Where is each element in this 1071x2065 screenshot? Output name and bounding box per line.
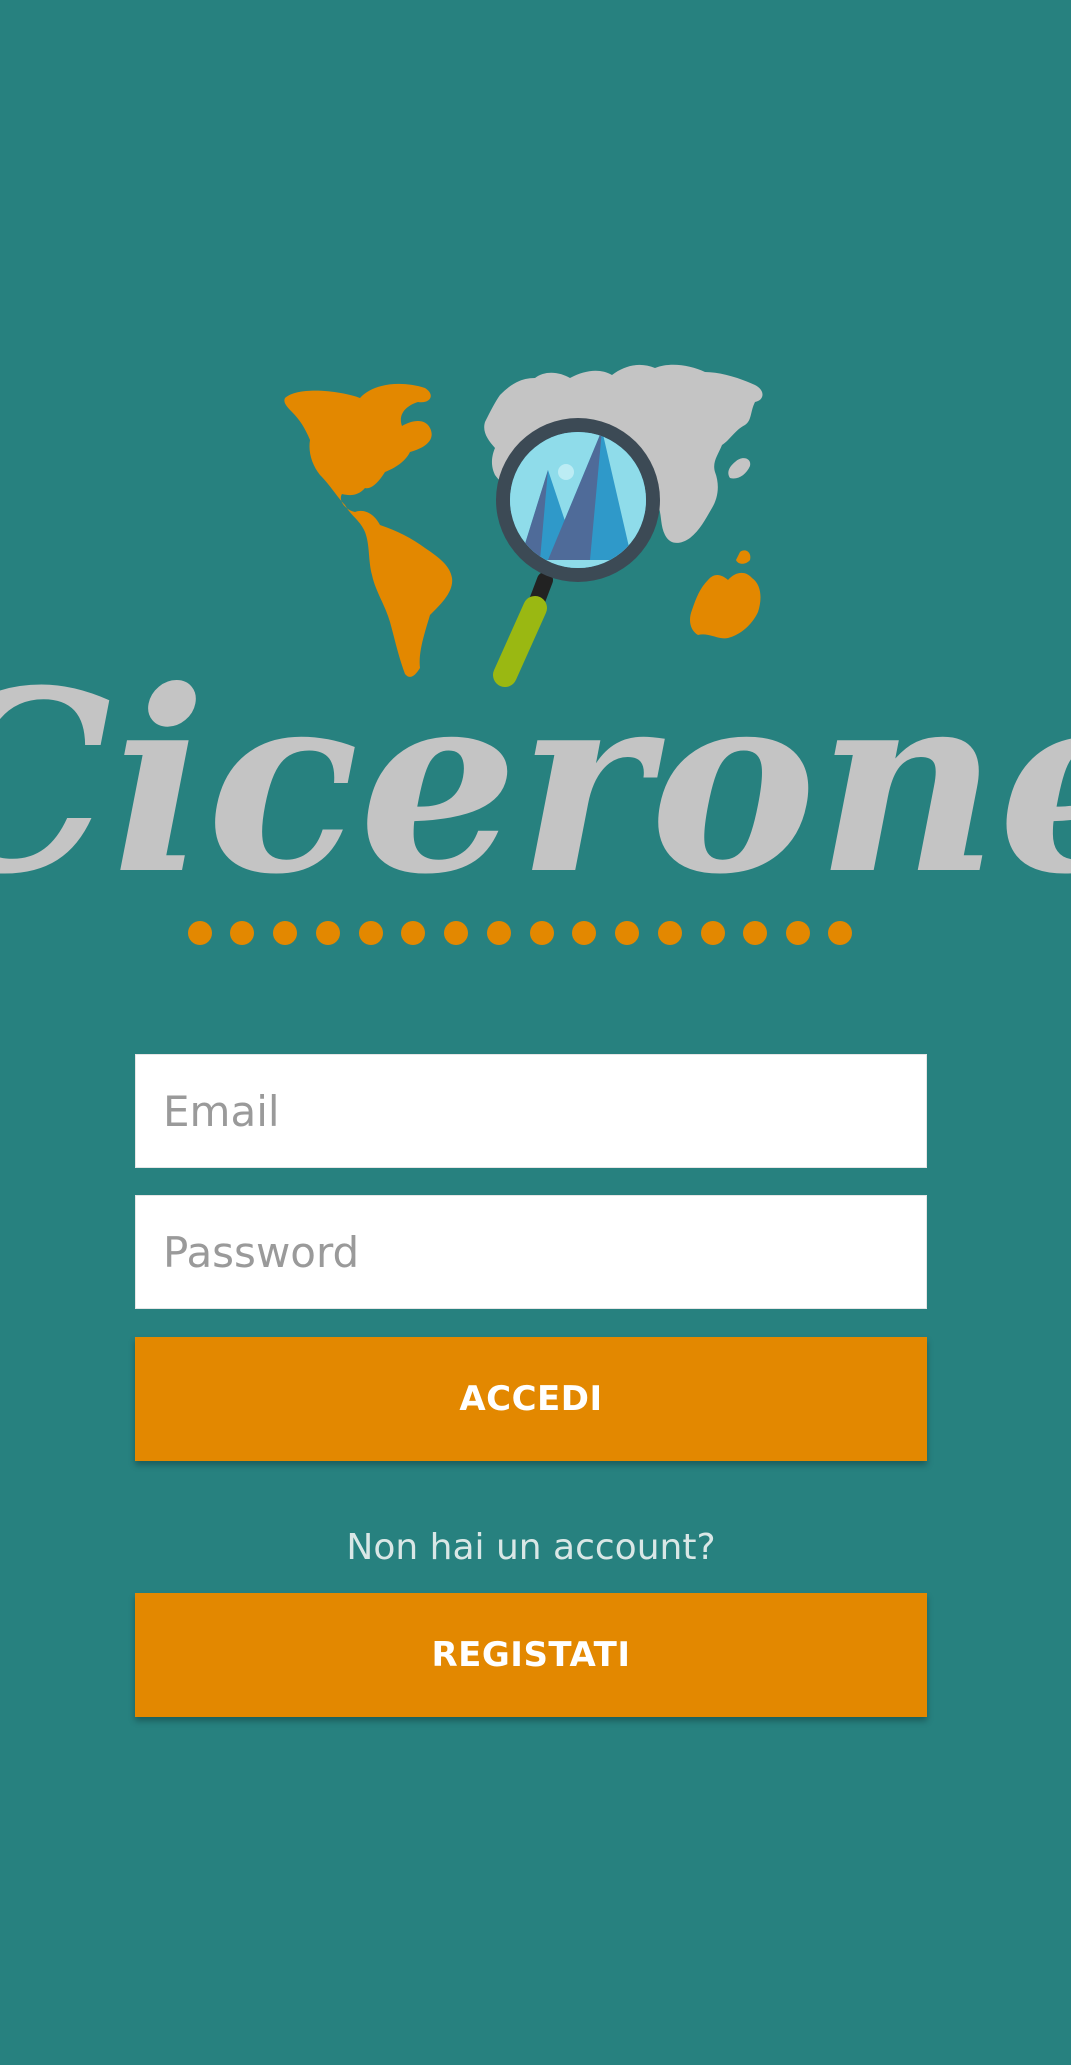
- register-button[interactable]: REGISTATI: [135, 1593, 927, 1717]
- login-button[interactable]: ACCEDI: [135, 1337, 927, 1461]
- login-screen: Cicerone ACCEDI Non hai un account? REGI…: [0, 0, 1071, 2065]
- cicerone-logo: Cicerone: [0, 364, 1071, 945]
- logo-wordmark: Cicerone: [0, 635, 1071, 929]
- password-field[interactable]: [135, 1195, 927, 1309]
- no-account-prompt: Non hai un account?: [346, 1527, 716, 1568]
- email-field[interactable]: [135, 1054, 927, 1168]
